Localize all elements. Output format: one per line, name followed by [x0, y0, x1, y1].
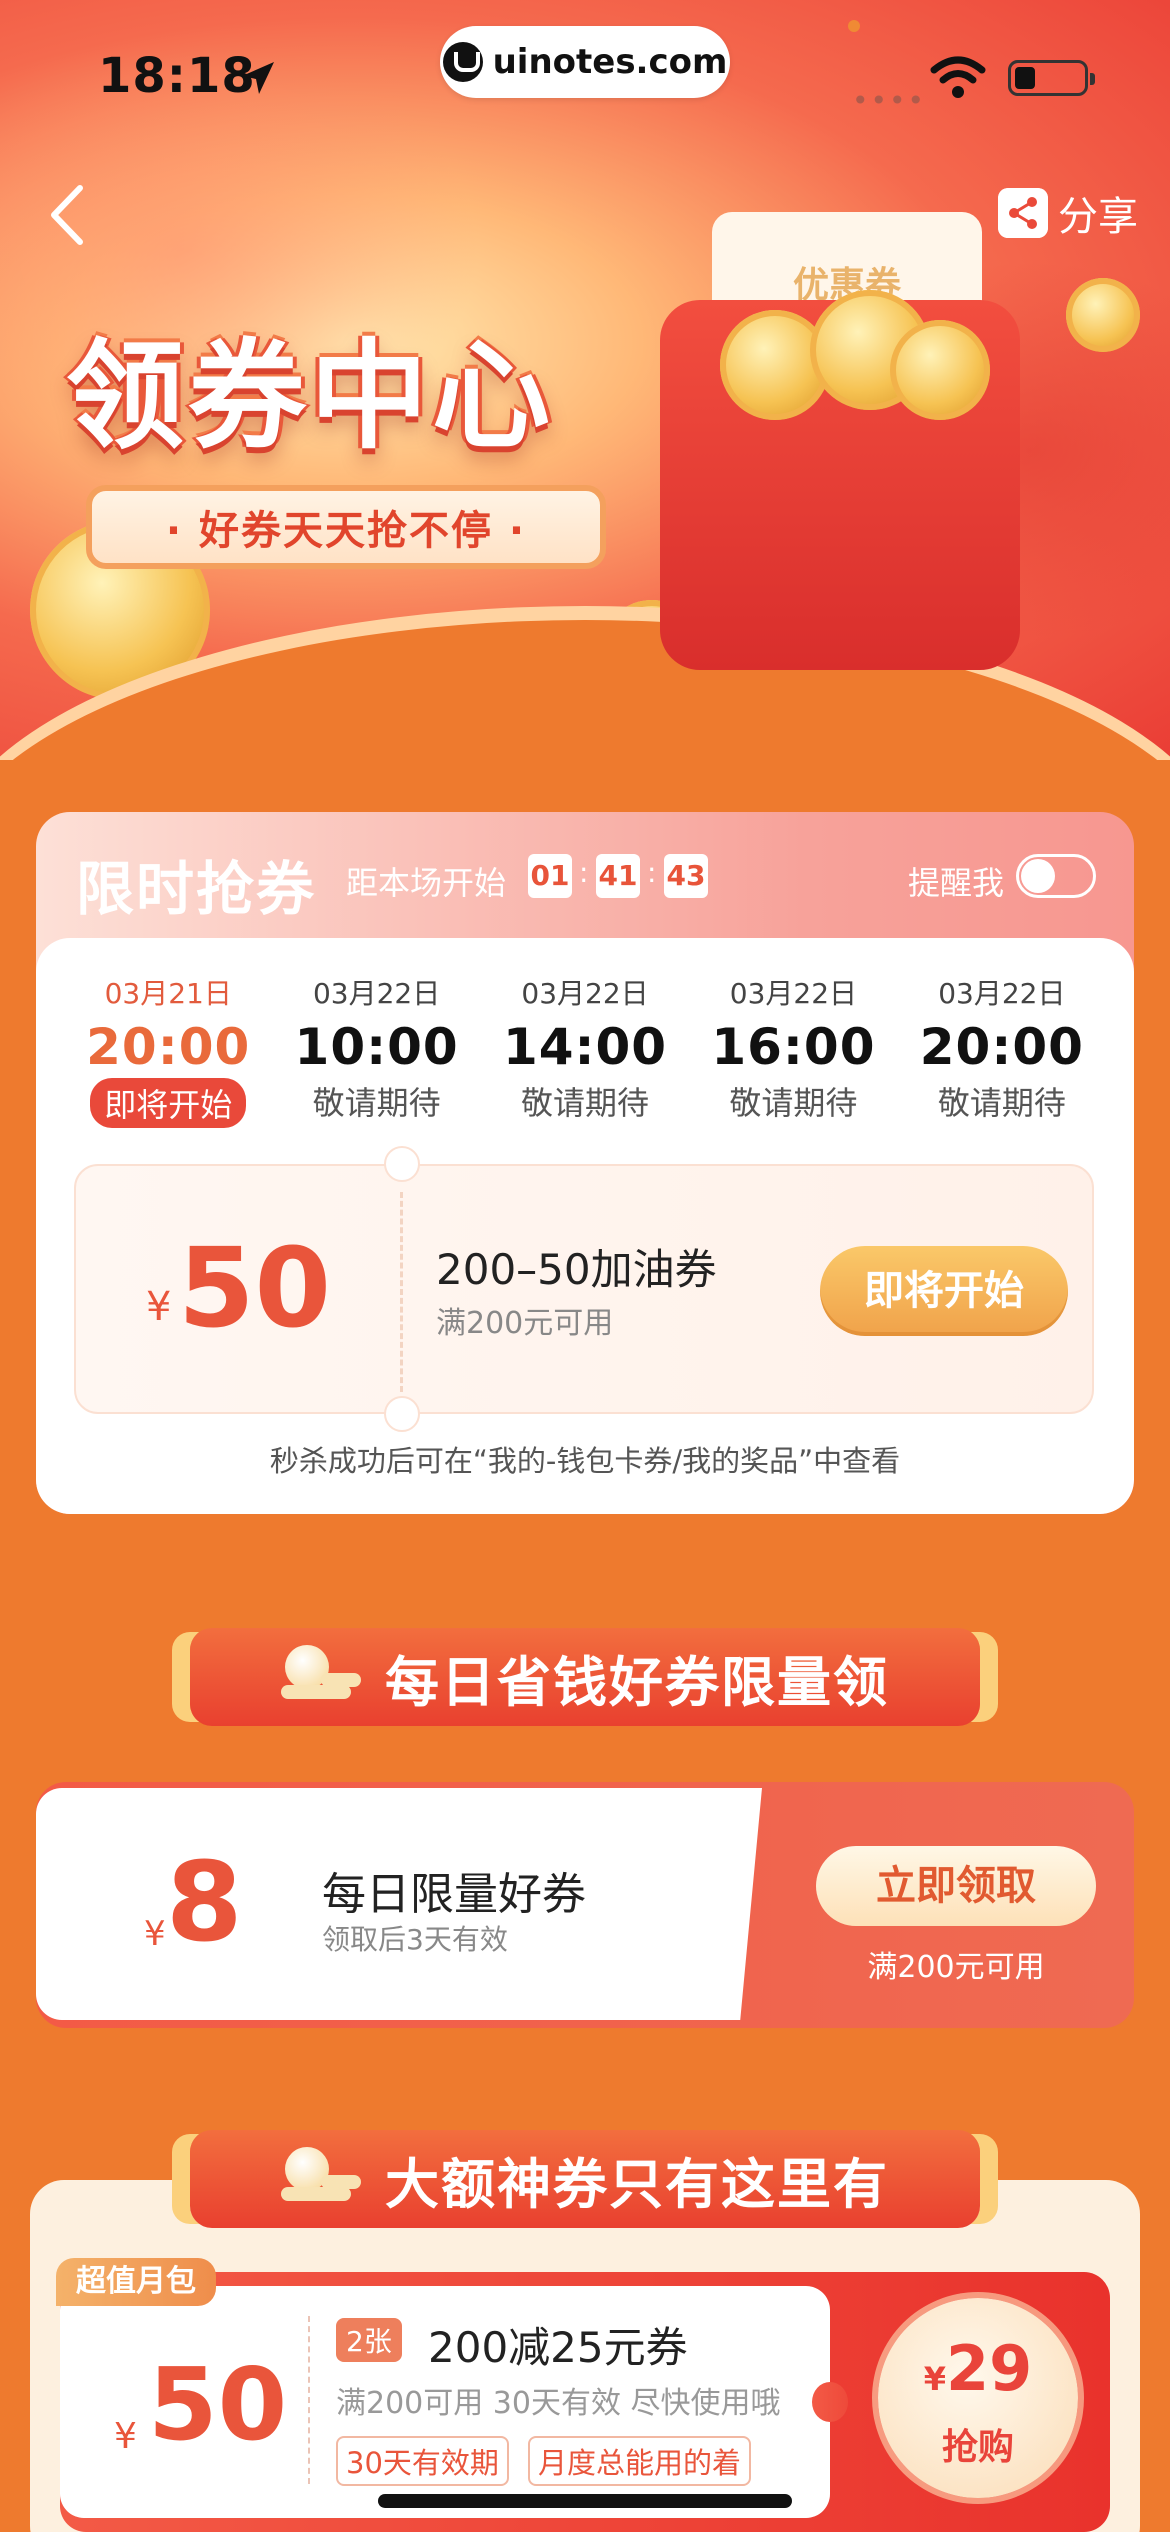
share-label: 分享 — [1058, 194, 1138, 240]
slot-time: 14:00 — [502, 1018, 668, 1076]
wifi-icon — [930, 56, 986, 98]
claim-now-button[interactable]: 立即领取 — [816, 1846, 1096, 1926]
remind-label: 提醒我 — [908, 864, 1005, 902]
countdown-separator: : — [647, 856, 657, 889]
coupon-condition: 满200元可用 — [867, 1950, 1045, 1985]
daily-coupon-card: ¥ 8 每日限量好券 领取后3天有效 立即领取 满200元可用 — [36, 1782, 1134, 2028]
coin-stack-icon — [281, 1645, 361, 1709]
slot-time: 16:00 — [711, 1018, 876, 1076]
coupon-notch — [384, 1146, 420, 1182]
hero-title-block: 领券中心 · 好券天天抢不停 · — [66, 300, 626, 569]
flash-coupon-card: ¥ 50 200–50加油券 满200元可用 即将开始 — [74, 1146, 1094, 1432]
countdown-hours: 01 — [528, 854, 572, 898]
value-pack-badge: 超值月包 — [56, 2258, 216, 2306]
daily-section-banner: 每日省钱好券限量领 — [190, 1628, 980, 1726]
time-slot-tab[interactable]: 03月22日 14:00 敬请期待 — [481, 972, 689, 1122]
coupon-title: 每日限量好券 — [322, 1869, 586, 1920]
big-section-title: 大额神券只有这里有 — [385, 2152, 889, 2216]
coupon-validity: 领取后3天有效 — [322, 1923, 508, 1956]
time-slot-tabs: 03月21日 20:00 即将开始 03月22日 10:00 敬请期待 03月2… — [64, 972, 1106, 1128]
big-section-banner: 大额神券只有这里有 — [190, 2130, 980, 2228]
usage-chip: 月度总能用的着 — [528, 2436, 752, 2486]
red-envelope-illustration — [660, 290, 1020, 670]
coming-soon-button[interactable]: 即将开始 — [820, 1246, 1068, 1336]
slot-status: 即将开始 — [90, 1078, 247, 1128]
flash-sale-body: 03月21日 20:00 即将开始 03月22日 10:00 敬请期待 03月2… — [36, 938, 1134, 1514]
site-logo-icon — [442, 42, 483, 82]
coupon-title: 200减25元券 — [428, 2323, 688, 2372]
coupon-title: 200–50加油券 — [436, 1245, 717, 1294]
coupon-amount: 50 — [148, 2346, 288, 2463]
daily-coupon-info: ¥ 8 每日限量好券 领取后3天有效 — [36, 1788, 762, 2020]
back-chevron-icon[interactable] — [40, 180, 100, 250]
coupon-amount: 50 — [178, 1224, 332, 1352]
share-icon — [998, 188, 1048, 238]
slot-status: 敬请期待 — [521, 1084, 650, 1122]
coupon-currency: ¥ — [146, 1284, 172, 1330]
status-time: 18:18 — [98, 48, 256, 104]
price-value: ¥29 — [878, 2332, 1078, 2405]
slot-time: 20:00 — [86, 1018, 251, 1076]
slot-date: 03月22日 — [521, 977, 649, 1010]
time-slot-tab[interactable]: 03月21日 20:00 即将开始 — [64, 972, 272, 1128]
slot-time: 20:00 — [919, 1018, 1084, 1076]
coupon-divider — [400, 1192, 403, 1392]
buy-now-label: 抢购 — [941, 2427, 1014, 2468]
url-text: uinotes.com — [492, 42, 728, 82]
monthly-pack-card[interactable]: 超值月包 ¥ 50 2张 200减25元券 满200可用 30天有效 尽快使用哦… — [56, 2258, 1110, 2532]
slot-status: 敬请期待 — [729, 1084, 858, 1122]
monthly-pack-info: 超值月包 ¥ 50 2张 200减25元券 满200可用 30天有效 尽快使用哦… — [56, 2258, 848, 2518]
coin-decoration — [890, 320, 990, 420]
coupon-divider — [308, 2316, 310, 2484]
flash-sale-note: 秒杀成功后可在“我的-钱包卡券/我的奖品”中查看 — [269, 1444, 901, 1478]
share-button[interactable]: 分享 — [998, 184, 1138, 242]
coupon-currency: ¥ — [144, 1914, 166, 1954]
buy-now-button[interactable]: ¥29 抢购 — [878, 2298, 1078, 2498]
coupon-amount: 8 — [166, 1838, 243, 1966]
coupon-condition: 满200元可用 — [436, 1306, 614, 1341]
privacy-indicator-icon — [848, 20, 860, 32]
page-subtitle: · 好券天天抢不停 · — [86, 485, 606, 569]
coupon-count-badge: 2张 — [336, 2318, 402, 2362]
price-amount: 29 — [945, 2332, 1033, 2405]
slot-date: 03月22日 — [729, 977, 858, 1010]
countdown-minutes: 41 — [596, 854, 640, 898]
coupon-subtitle: 满200可用 30天有效 尽快使用哦 — [336, 2386, 781, 2421]
battery-icon — [1008, 60, 1095, 96]
coin-stack-icon — [281, 2147, 361, 2211]
slot-date: 03月22日 — [938, 977, 1066, 1010]
time-slot-tab[interactable]: 03月22日 20:00 敬请期待 — [898, 972, 1106, 1122]
slot-date: 03月21日 — [104, 977, 232, 1010]
coupon-notch — [384, 1396, 420, 1432]
status-bar: 18:18 uinotes.com •••• — [0, 0, 1170, 140]
countdown-label: 距本场开始 — [346, 864, 507, 902]
remind-toggle[interactable] — [1016, 854, 1096, 898]
daily-section-title: 每日省钱好券限量领 — [385, 1650, 889, 1714]
url-pill[interactable]: uinotes.com — [440, 26, 730, 98]
price-currency: ¥ — [923, 2360, 946, 2398]
validity-chip: 30天有效期 — [336, 2436, 509, 2486]
time-slot-tab[interactable]: 03月22日 10:00 敬请期待 — [272, 972, 480, 1122]
time-slot-tab[interactable]: 03月22日 16:00 敬请期待 — [689, 972, 897, 1122]
countdown-separator: : — [579, 856, 589, 889]
slot-status: 敬请期待 — [937, 1084, 1066, 1122]
flash-sale-title: 限时抢券 — [76, 855, 317, 923]
flash-sale-panel: 限时抢券 距本场开始 01 : 41 : 43 提醒我 03月21日 20:00… — [36, 812, 1134, 1514]
coupon-currency: ¥ — [114, 2416, 137, 2457]
page-title: 领券中心 — [66, 327, 555, 465]
slot-time: 10:00 — [294, 1018, 459, 1076]
location-arrow-icon — [242, 62, 274, 94]
cellular-signal-icon: •••• — [852, 84, 927, 117]
slot-date: 03月22日 — [312, 977, 441, 1010]
home-indicator[interactable] — [378, 2494, 792, 2508]
slot-status: 敬请期待 — [312, 1084, 441, 1122]
countdown-seconds: 43 — [664, 854, 708, 898]
coin-decoration — [1066, 278, 1140, 352]
